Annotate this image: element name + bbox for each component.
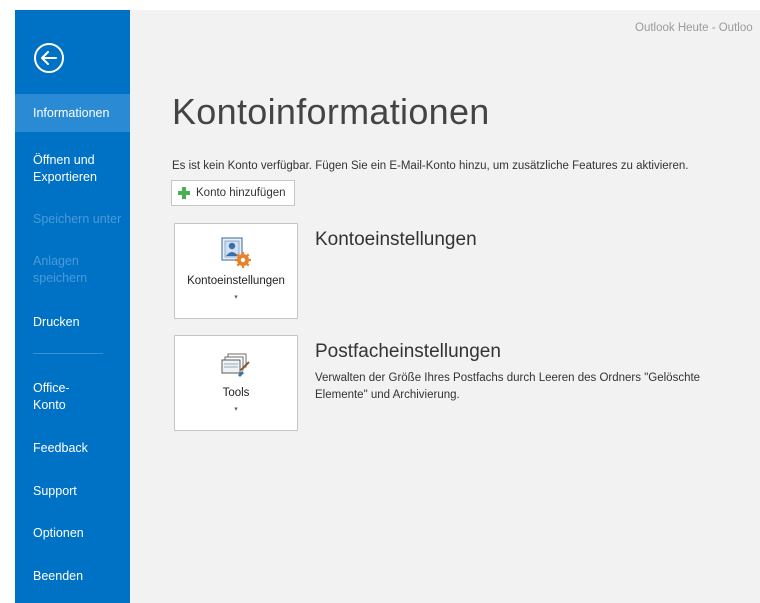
backstage-sidebar: Informationen Öffnen und Exportieren Spe… (15, 10, 130, 603)
account-settings-heading: Kontoeinstellungen (315, 229, 477, 250)
account-settings-icon (221, 237, 251, 268)
chevron-down-icon: ▾ (234, 406, 238, 413)
sidebar-item-support[interactable]: Support (15, 483, 130, 500)
sidebar-item-oeffnen-exportieren[interactable]: Öffnen und Exportieren (15, 152, 130, 186)
window-title: Outlook Heute - Outloo (635, 22, 753, 34)
sidebar-item-feedback[interactable]: Feedback (15, 440, 130, 457)
sidebar-item-beenden[interactable]: Beenden (15, 568, 130, 585)
mailbox-settings-description: Verwalten der Größe Ihres Postfachs durc… (315, 372, 701, 401)
page-title: Kontoinformationen (172, 91, 490, 132)
tools-tile-label: Tools (222, 387, 250, 399)
add-account-button[interactable]: Konto hinzufügen (171, 180, 295, 206)
tools-tile[interactable]: Tools ▾ (174, 335, 298, 431)
sidebar-item-anlagen-speichern: Anlagen speichern (33, 254, 88, 285)
tools-icon (221, 353, 250, 377)
chevron-down-icon: ▾ (234, 294, 238, 301)
mailbox-settings-heading: Postfacheinstellungen (315, 341, 501, 362)
sidebar-item-optionen[interactable]: Optionen (15, 525, 130, 542)
arrow-left-circle-icon (41, 51, 57, 65)
backstage-window: Informationen Öffnen und Exportieren Spe… (15, 10, 760, 603)
sidebar-item-drucken[interactable]: Drucken (15, 314, 130, 331)
account-settings-tile[interactable]: Kontoeinstellungen ▾ (174, 223, 298, 319)
sidebar-divider (33, 353, 103, 354)
sidebar-item-office-konto[interactable]: Office- Konto (15, 380, 130, 414)
add-account-label: Konto hinzufügen (196, 187, 286, 199)
no-account-info-text: Es ist kein Konto verfügbar. Fügen Sie e… (172, 160, 689, 172)
plus-icon (178, 187, 190, 199)
back-button[interactable] (34, 43, 64, 73)
sidebar-item-speichern-unter: Speichern unter (33, 212, 122, 226)
account-settings-tile-label: Kontoeinstellungen (187, 275, 285, 287)
sidebar-item-informationen[interactable]: Informationen (15, 94, 130, 132)
